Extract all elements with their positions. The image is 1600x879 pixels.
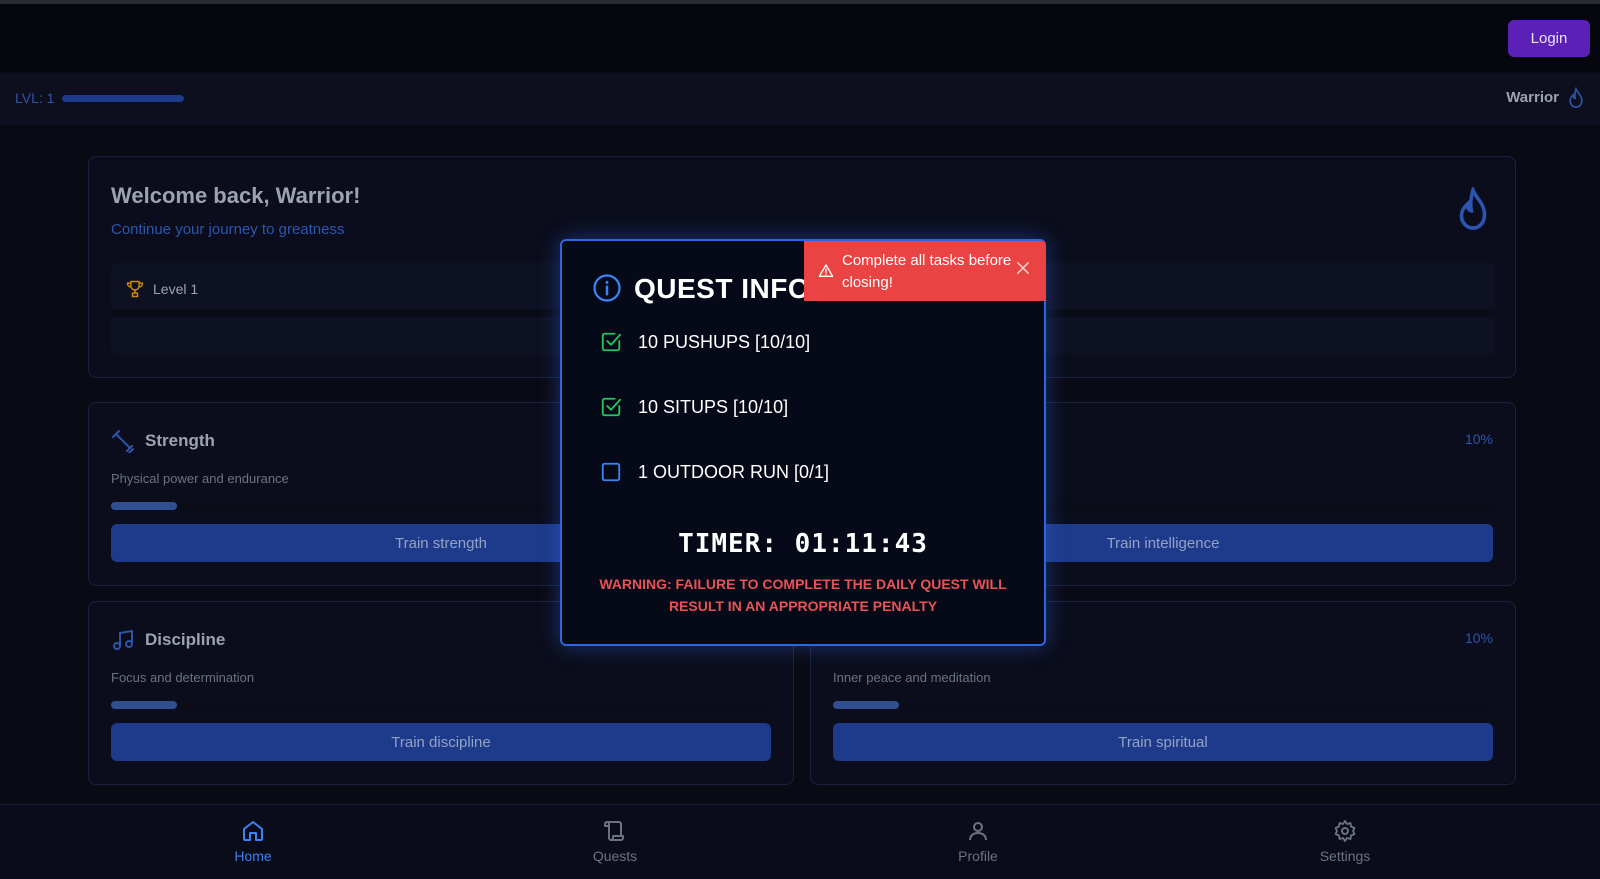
- trophy-icon: [126, 280, 144, 298]
- bottom-navigation: Home Quests Profile Settings: [0, 804, 1600, 879]
- quest-task[interactable]: 10 PUSHUPS [10/10]: [600, 327, 810, 357]
- music-notes-icon: [113, 630, 133, 650]
- strength-progress-fill: [111, 502, 177, 510]
- gear-icon: [1334, 820, 1356, 842]
- home-icon: [243, 821, 263, 841]
- discipline-title: Discipline: [145, 630, 226, 649]
- modal-title: QUEST INFO: [634, 273, 811, 304]
- nav-profile-label: Profile: [958, 848, 998, 864]
- scroll-icon: [604, 821, 624, 841]
- user-icon: [969, 822, 987, 841]
- nav-quests[interactable]: Quests: [555, 819, 675, 864]
- unchecked-checkbox-icon[interactable]: [600, 461, 622, 483]
- spiritual-progress-bar: [833, 701, 1493, 709]
- train-discipline-button[interactable]: Train discipline: [111, 723, 771, 761]
- checked-checkbox-icon[interactable]: [600, 331, 622, 353]
- nav-home-label: Home: [234, 848, 272, 864]
- discipline-progress-fill: [111, 701, 177, 709]
- level-label: Level 1: [153, 281, 199, 297]
- checked-checkbox-icon[interactable]: [600, 396, 622, 418]
- rank-label: Warrior: [1506, 89, 1559, 106]
- task-label: 1 OUTDOOR RUN [0/1]: [638, 461, 830, 482]
- spiritual-description: Inner peace and meditation: [833, 670, 991, 685]
- error-toast: Complete all tasks before closing!: [804, 241, 1046, 301]
- strength-description: Physical power and endurance: [111, 471, 289, 486]
- penalty-warning: WARNING: FAILURE TO COMPLETE THE DAILY Q…: [599, 576, 1007, 614]
- flame-icon: [1459, 187, 1487, 230]
- nav-quests-label: Quests: [592, 848, 638, 864]
- quest-task[interactable]: 1 OUTDOOR RUN [0/1]: [600, 457, 829, 487]
- flame-icon: [1569, 87, 1583, 109]
- warning-icon: [818, 264, 834, 277]
- dumbbell-icon: [112, 430, 134, 453]
- toast-message: Complete all tasks before closing!: [842, 252, 1012, 291]
- welcome-subtitle: Continue your journey to greatness: [111, 221, 345, 238]
- xp-progress-fill: [62, 95, 184, 102]
- login-button[interactable]: Login: [1508, 20, 1590, 57]
- intelligence-percent: 10%: [1464, 431, 1493, 447]
- task-label: 10 PUSHUPS [10/10]: [638, 331, 811, 352]
- info-icon: [593, 274, 621, 302]
- close-icon[interactable]: [1014, 259, 1032, 277]
- quest-info-modal: QUEST INFO Complete all tasks before clo…: [560, 239, 1046, 646]
- strength-title: Strength: [145, 431, 215, 450]
- quest-timer: TIMER: 01:11:43: [678, 529, 928, 559]
- quest-task[interactable]: 10 SITUPS [10/10]: [600, 392, 788, 422]
- spiritual-progress-fill: [833, 701, 899, 709]
- nav-settings-label: Settings: [1319, 848, 1371, 864]
- spiritual-percent: 10%: [1464, 630, 1493, 646]
- nav-home[interactable]: Home: [193, 819, 313, 864]
- level-indicator: LVL: 1: [15, 90, 55, 106]
- task-label: 10 SITUPS [10/10]: [638, 396, 789, 417]
- nav-profile[interactable]: Profile: [918, 819, 1038, 864]
- xp-progress-bar: [62, 95, 184, 102]
- discipline-description: Focus and determination: [111, 670, 255, 685]
- top-bar: Login: [0, 4, 1600, 72]
- status-bar: LVL: 1 Warrior: [0, 73, 1600, 125]
- welcome-title: Welcome back, Warrior!: [111, 183, 361, 208]
- discipline-progress-bar: [111, 701, 771, 709]
- nav-settings[interactable]: Settings: [1285, 819, 1405, 864]
- train-spiritual-button[interactable]: Train spiritual: [833, 723, 1493, 761]
